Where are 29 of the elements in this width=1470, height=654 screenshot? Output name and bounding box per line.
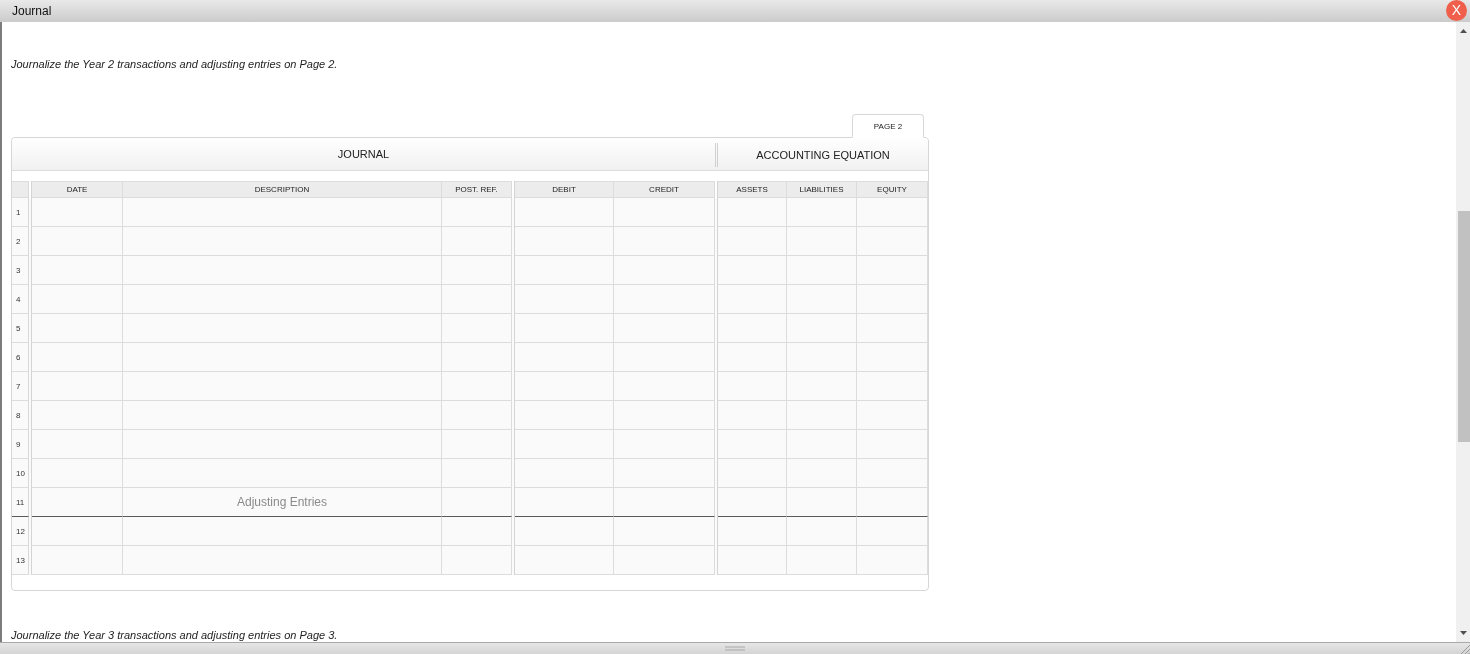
- resize-grip-icon[interactable]: [1460, 644, 1470, 654]
- drag-handle-icon[interactable]: [725, 646, 745, 651]
- column-header: DATE: [32, 181, 123, 198]
- scroll-up-icon[interactable]: [1459, 29, 1467, 33]
- row-number: 13: [12, 546, 29, 575]
- entry-field[interactable]: [857, 546, 928, 575]
- column-header: CREDIT: [614, 181, 715, 198]
- page-tab[interactable]: PAGE 2: [852, 114, 924, 138]
- instruction-text: Journalize the Year 3 transactions and adjusting entries on Page 3.: [11, 629, 338, 642]
- entry-field[interactable]: [32, 546, 123, 575]
- entry-field[interactable]: [442, 546, 512, 575]
- scroll-down-icon[interactable]: [1459, 631, 1467, 635]
- scrollbar-thumb[interactable]: [1458, 211, 1470, 442]
- entry-field[interactable]: [515, 546, 614, 575]
- entry-field[interactable]: [123, 546, 442, 575]
- column-header: ASSETS: [718, 181, 787, 198]
- window-title: Journal: [12, 4, 52, 18]
- column-header: DESCRIPTION: [123, 181, 442, 198]
- entry-field[interactable]: [614, 546, 715, 575]
- column-header: LIABILITIES: [787, 181, 857, 198]
- entry-field[interactable]: [787, 546, 857, 575]
- scrollbar-track[interactable]: [1456, 22, 1470, 642]
- column-header: EQUITY: [857, 181, 928, 198]
- section-header: JOURNAL: [336, 147, 391, 162]
- column-header: POST. REF.: [442, 181, 512, 198]
- instruction-text: Journalize the Year 2 transactions and adjusting entries on Page 2.: [11, 58, 338, 71]
- section-header: ACCOUNTING EQUATION: [715, 143, 928, 167]
- column-header: DEBIT: [515, 181, 614, 198]
- entry-field[interactable]: [718, 546, 787, 575]
